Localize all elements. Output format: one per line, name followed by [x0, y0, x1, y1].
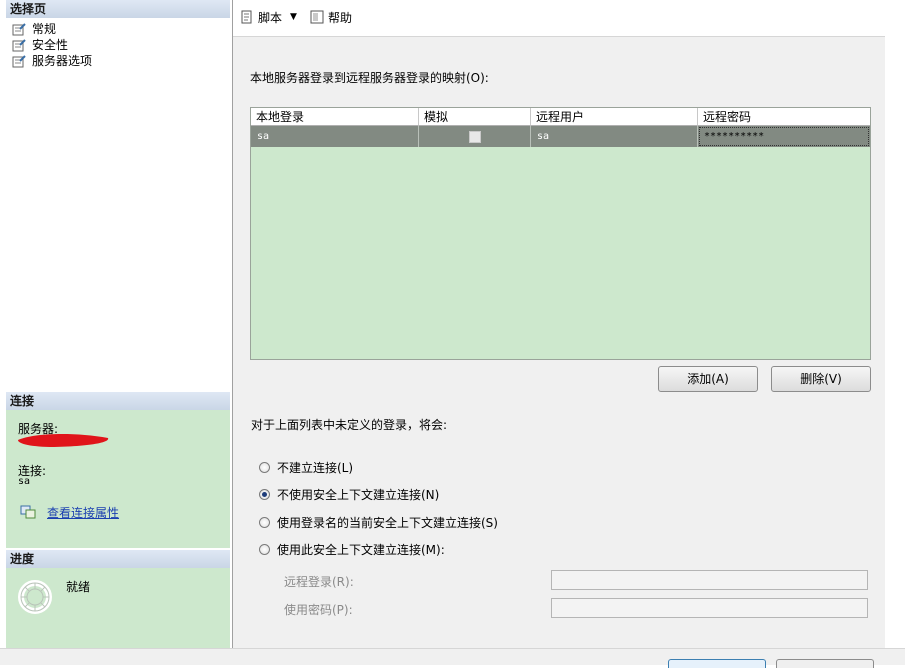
- nav-item-label: 安全性: [32, 38, 69, 52]
- column-header-remote-user[interactable]: 远程用户: [531, 108, 698, 126]
- add-button[interactable]: 添加(A): [658, 366, 758, 392]
- page-properties-icon: [12, 23, 26, 36]
- radio-label: 不建立连接(L): [277, 460, 354, 475]
- radio-button[interactable]: [259, 461, 270, 473]
- column-header-impersonate[interactable]: 模拟: [419, 108, 531, 126]
- chevron-down-icon[interactable]: ▼: [290, 12, 297, 22]
- nav-item-general[interactable]: 常规: [12, 22, 56, 37]
- nav-item-server-options[interactable]: 服务器选项: [12, 54, 92, 69]
- cell-local-login[interactable]: sa: [251, 126, 419, 147]
- login-mapping-grid[interactable]: 本地登录 模拟 远程用户 远程密码 sa sa **********: [250, 107, 871, 360]
- nav-item-label: 服务器选项: [32, 54, 93, 68]
- progress-panel: 就绪: [6, 568, 230, 648]
- connection-header: 连接: [6, 392, 230, 410]
- toolbar: 脚本 ▼ 帮助: [233, 0, 885, 37]
- select-page-header: 选择页: [6, 0, 230, 18]
- mapping-label: 本地服务器登录到远程服务器登录的映射(O):: [250, 71, 489, 85]
- remote-login-input[interactable]: [551, 570, 868, 590]
- password-label: 使用密码(P):: [284, 603, 353, 617]
- radio-no-connection[interactable]: 不建立连接(L): [259, 459, 353, 475]
- column-header-local-login[interactable]: 本地登录: [251, 108, 419, 126]
- connection-value: sa: [18, 476, 31, 487]
- radio-label: 使用此安全上下文建立连接(M):: [277, 542, 445, 557]
- cell-remote-password[interactable]: **********: [698, 126, 870, 147]
- bottom-strip: [0, 648, 905, 668]
- help-icon: [310, 10, 324, 24]
- page-properties-icon: [12, 55, 26, 68]
- undefined-logins-label: 对于上面列表中未定义的登录，将会:: [251, 418, 448, 432]
- remove-button[interactable]: 删除(V): [771, 366, 871, 392]
- redaction-scribble: [18, 434, 109, 447]
- radio-button[interactable]: [259, 488, 270, 500]
- progress-spinner-icon: [18, 580, 52, 614]
- cell-impersonate[interactable]: [419, 126, 531, 147]
- page-properties-icon: [12, 39, 26, 52]
- column-header-remote-password[interactable]: 远程密码: [698, 108, 870, 126]
- window-edge: [885, 0, 905, 648]
- nav-item-security[interactable]: 安全性: [12, 38, 68, 53]
- password-input[interactable]: [551, 598, 868, 618]
- progress-status: 就绪: [66, 580, 91, 594]
- radio-button[interactable]: [259, 543, 270, 555]
- radio-this-security-context[interactable]: 使用此安全上下文建立连接(M):: [259, 541, 445, 557]
- cell-remote-user[interactable]: sa: [531, 126, 698, 147]
- script-label: 脚本: [258, 10, 283, 25]
- radio-label: 使用登录名的当前安全上下文建立连接(S): [277, 515, 498, 530]
- help-button[interactable]: 帮助: [309, 8, 352, 26]
- view-connection-properties-link[interactable]: 查看连接属性: [47, 504, 119, 521]
- radio-current-security-context[interactable]: 使用登录名的当前安全上下文建立连接(S): [259, 514, 498, 530]
- connection-panel: 服务器: 连接: sa 查看连接属性: [6, 410, 230, 548]
- radio-no-security-context[interactable]: 不使用安全上下文建立连接(N): [259, 486, 439, 502]
- script-button[interactable]: 脚本 ▼: [239, 8, 297, 26]
- left-pane: 选择页 常规 安全性 服务器选项 连接 服务器: 连接: sa 查看连接属性 进…: [0, 0, 233, 648]
- radio-label: 不使用安全上下文建立连接(N): [277, 487, 440, 502]
- impersonate-checkbox[interactable]: [469, 131, 481, 143]
- help-label: 帮助: [328, 10, 353, 25]
- remote-login-label: 远程登录(R):: [284, 575, 354, 589]
- script-icon: [241, 10, 252, 24]
- connection-properties-icon: [20, 505, 36, 519]
- radio-button[interactable]: [259, 516, 270, 528]
- progress-header: 进度: [6, 550, 230, 568]
- nav-item-label: 常规: [32, 22, 57, 36]
